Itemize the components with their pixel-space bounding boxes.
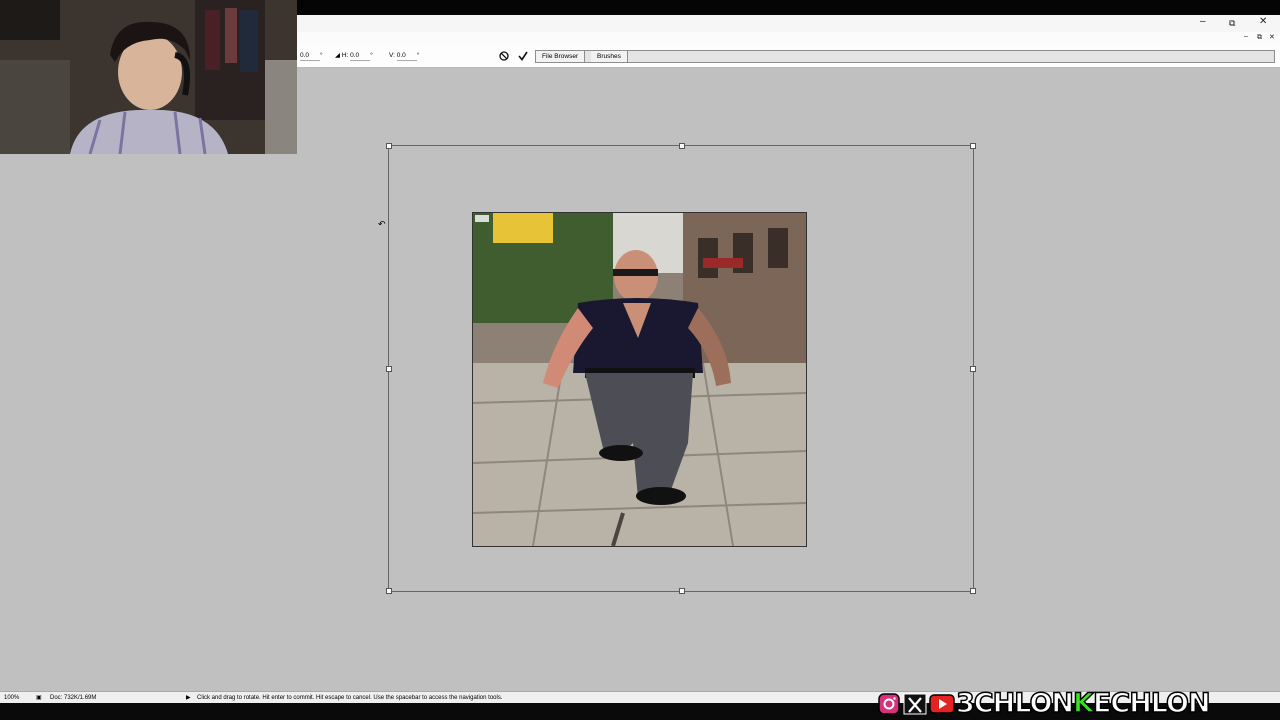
handle-bottom-right[interactable] [970,588,976,594]
handle-bottom-center[interactable] [679,588,685,594]
x-icon [903,693,927,715]
v-label: V: [389,52,395,59]
photo-layer[interactable] [472,212,807,547]
h-label: H: [341,52,349,59]
angle-field[interactable]: 0.0 ° [300,52,323,61]
stream-branding: 3CHLONKECHLON [878,687,1280,720]
webcam-overlay [0,0,297,154]
h-unit: ° [370,52,373,59]
channel-name-highlight: K [1072,687,1094,720]
handle-bottom-left[interactable] [386,588,392,594]
skew-v-field[interactable]: V: 0.0 ° [389,52,420,61]
handle-top-center[interactable] [679,143,685,149]
handle-top-right[interactable] [970,143,976,149]
close-icon[interactable]: ✕ [1259,17,1267,27]
instagram-icon [878,693,900,715]
palette-well: File Browser Brushes [535,50,1275,63]
angle-input[interactable]: 0.0 [300,52,320,61]
street-photo-image [473,213,806,546]
skew-h-field[interactable]: ◢ H: 0.0 ° [335,52,373,61]
window-title-bar: – ⧉ ✕ [297,15,1280,32]
doc-restore-icon[interactable]: ⧉ [1257,33,1262,43]
v-input[interactable]: 0.0 [396,52,417,61]
channel-name-part1: 3CHLON [955,687,1075,720]
v-unit: ° [416,52,420,59]
channel-name-part2: ECHLON [1092,687,1211,720]
document-window-bar: – ⧉ ✕ [297,32,1280,45]
doc-close-icon[interactable]: ✕ [1269,33,1275,43]
rotate-cursor-icon: ↶ [378,219,386,229]
tab-brushes[interactable]: Brushes [591,51,628,62]
h-input[interactable]: 0.0 [350,52,371,61]
youtube-icon [929,694,955,714]
cancel-transform-icon[interactable] [499,51,509,61]
minimize-icon[interactable]: – [1200,17,1206,27]
webcam-image [0,0,297,154]
restore-icon[interactable]: ⧉ [1229,18,1235,28]
tab-file-browser[interactable]: File Browser [536,51,586,62]
commit-transform-icon[interactable] [518,51,528,61]
handle-top-left[interactable] [386,143,392,149]
skew-icon: ◢ [335,52,340,59]
tool-options-bar: 0.0 ° ◢ H: 0.0 ° V: 0.0 ° File Browser Brus… [297,45,1280,68]
angle-unit: ° [320,52,323,59]
channel-name: 3CHLONKECHLON [955,687,1211,720]
handle-middle-right[interactable] [970,366,976,372]
doc-minimize-icon[interactable]: – [1244,32,1248,42]
handle-middle-left[interactable] [386,366,392,372]
